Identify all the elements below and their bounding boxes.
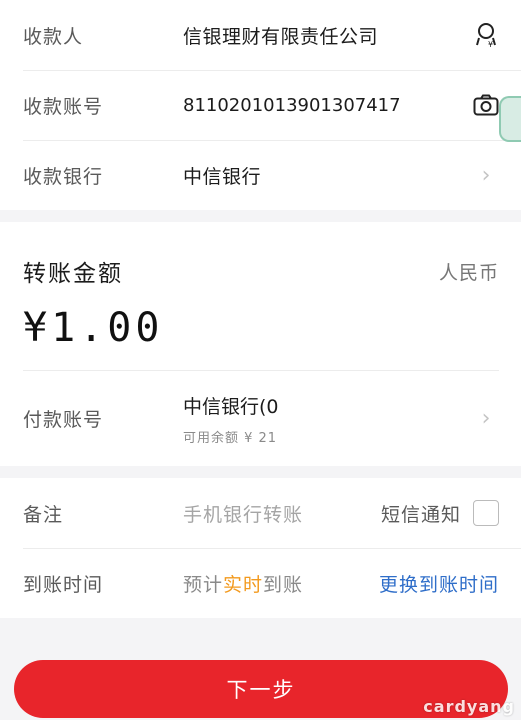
payee-bank-value: 中信银行 [183,165,262,188]
floating-assistant-tab[interactable] [499,96,521,142]
payee-account-label: 收款账号 [23,95,104,118]
arrival-eta-suffix: 到账 [263,573,304,596]
sms-notify-checkbox[interactable] [473,500,499,526]
payer-account-row[interactable]: 付款账号 中信银行(0 可用余额 ¥ 21 › [23,370,499,466]
arrival-eta-prefix: 预计 [183,573,224,596]
arrival-eta-highlight: 实时 [223,573,264,596]
change-arrival-time-link[interactable]: 更换到账时间 [379,570,499,597]
svg-text:¥: ¥ [488,40,493,48]
chevron-right-icon: › [481,162,491,188]
payer-bank-value: 中信银行(0 [183,395,279,418]
memo-input[interactable]: 手机银行转账 [183,500,381,527]
extra-card: 备注 手机银行转账 短信通知 到账时间 预计实时到账 更换到账时间 [0,478,521,618]
chevron-right-icon: › [481,406,491,431]
payee-name-label: 收款人 [23,25,84,48]
amount-value[interactable]: ¥1.00 [23,305,499,370]
payee-account-value[interactable]: 8110201013901307417 [183,95,473,116]
amount-title: 转账金额 [23,261,123,287]
payee-bank-row[interactable]: 收款银行 中信银行 › [0,140,521,210]
watermark: cardyang [423,697,515,716]
payee-account-row: 收款账号 8110201013901307417 [0,70,521,140]
arrival-eta: 预计实时到账 [183,570,379,597]
camera-icon[interactable] [473,92,499,118]
payee-contact-icon[interactable]: ¥ [473,22,499,48]
currency-label: 人民币 [438,261,499,284]
arrival-row: 到账时间 预计实时到账 更换到账时间 [0,548,521,618]
memo-label: 备注 [23,503,64,526]
arrival-label: 到账时间 [23,573,104,596]
sms-notify-label: 短信通知 [380,503,461,526]
payee-card: 收款人 信银理财有限责任公司 ¥ 收款账号 811020101390130741… [0,0,521,210]
memo-row: 备注 手机银行转账 短信通知 [0,478,521,548]
amount-card: 转账金额 人民币 ¥1.00 付款账号 中信银行(0 可用余额 ¥ 21 › [0,222,521,466]
payer-account-label: 付款账号 [23,409,104,431]
payee-name-value: 信银理财有限责任公司 [183,25,379,48]
payee-name-row: 收款人 信银理财有限责任公司 ¥ [0,0,521,70]
payee-bank-label: 收款银行 [23,165,104,188]
payer-balance: 可用余额 ¥ 21 [183,430,278,446]
